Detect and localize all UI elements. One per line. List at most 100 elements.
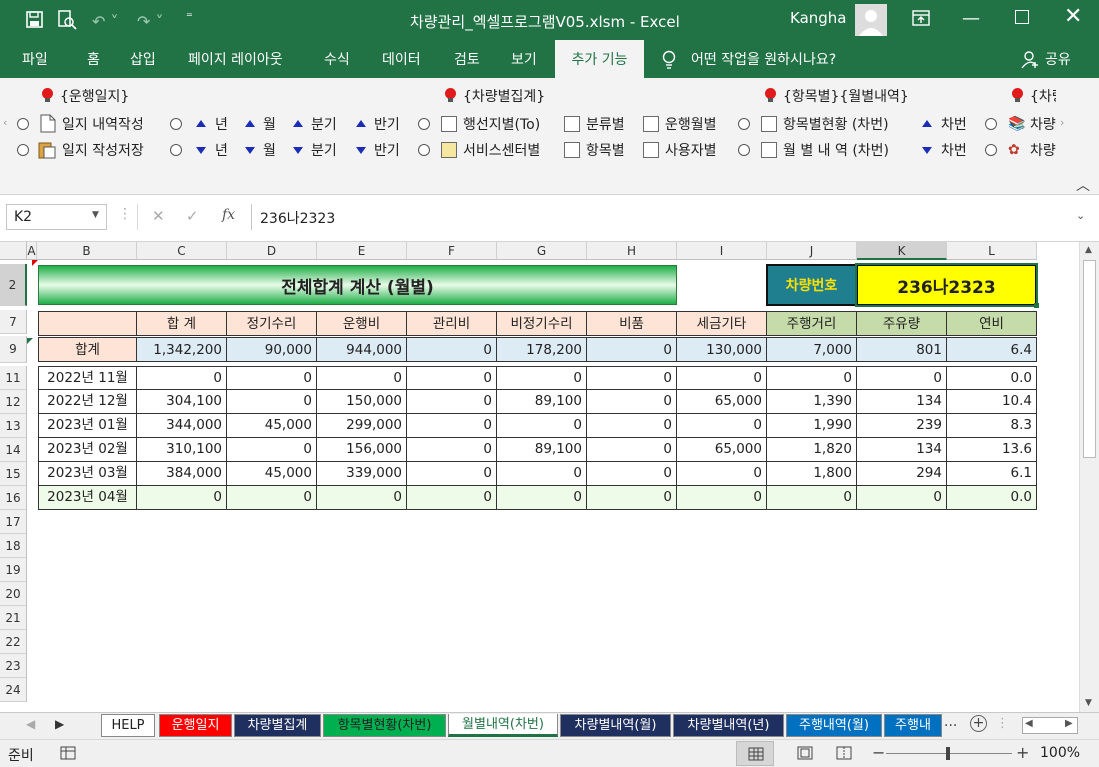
period-quarter-up[interactable]: 분기 [311,114,337,134]
table-cell[interactable]: 0 [407,390,497,414]
radio-button[interactable] [418,144,430,156]
radio-button[interactable] [170,118,182,130]
normal-view-button[interactable] [736,741,774,766]
row-header[interactable]: 15 [0,462,27,486]
ribbon-display-icon[interactable] [912,10,930,26]
column-label[interactable]: 운행비 [317,311,407,336]
radio-button[interactable] [17,118,29,130]
table-cell[interactable]: 0 [587,486,677,510]
customize-qat-icon[interactable]: ⁼ [186,10,193,25]
column-header[interactable]: C [137,242,227,260]
collapse-ribbon-icon[interactable]: ︿ [1076,175,1090,195]
table-cell[interactable]: 0 [857,486,947,510]
row-header[interactable]: 13 [0,414,27,438]
table-cell[interactable]: 6.1 [947,462,1037,486]
table-cell[interactable]: 10.4 [947,390,1037,414]
tab-add-ins[interactable]: 추가 기능 [555,40,644,78]
by-service-center-button[interactable]: 서비스센터별 [463,140,540,160]
table-cell[interactable]: 0 [497,462,587,486]
item-status-button[interactable]: 항목별현황 (차번) [783,114,889,134]
table-cell[interactable]: 134 [857,438,947,462]
column-header[interactable]: G [497,242,587,260]
scroll-left-icon[interactable]: ◀ [1025,718,1033,729]
total-cell[interactable]: 합계 [38,337,137,362]
table-cell[interactable]: 156,000 [317,438,407,462]
name-box[interactable]: K2 ▼ [6,204,107,230]
macro-record-icon[interactable] [60,746,76,760]
tab-formulas[interactable]: 수식 [324,40,350,78]
table-cell[interactable]: 0 [587,366,677,390]
table-cell[interactable]: 0 [497,486,587,510]
column-label[interactable]: 세금기타 [677,311,767,336]
row-header[interactable]: 17 [0,510,27,534]
month-label[interactable]: 2023년 03월 [38,462,137,486]
table-cell[interactable]: 134 [857,390,947,414]
period-half-up[interactable]: 반기 [374,114,400,134]
log-write-button[interactable]: 일지 내역작성 [62,114,144,134]
table-cell[interactable]: 0 [227,366,317,390]
table-cell[interactable]: 0 [767,366,857,390]
sheet-tab[interactable]: 주행내역(월) [786,714,882,737]
minimize-icon[interactable]: — [962,8,980,29]
table-cell[interactable]: 0 [497,366,587,390]
table-cell[interactable]: 0 [677,486,767,510]
column-label[interactable]: 합 계 [137,311,227,336]
table-cell[interactable]: 13.6 [947,438,1037,462]
table-cell[interactable]: 294 [857,462,947,486]
total-cell[interactable]: 6.4 [947,337,1037,362]
column-header[interactable]: J [767,242,857,260]
undo-icon[interactable]: ↶ ˅ [92,12,119,31]
vehicle-number-cell[interactable]: 236나2323 [855,263,1038,307]
month-label[interactable]: 2022년 12월 [38,390,137,414]
tell-me-search[interactable]: 어떤 작업을 원하시나요? [691,40,836,78]
table-cell[interactable]: 344,000 [137,414,227,438]
radio-button[interactable] [17,144,29,156]
function-icon[interactable]: fx [222,207,235,223]
avatar[interactable] [855,4,887,36]
table-cell[interactable]: 1,800 [767,462,857,486]
table-cell[interactable]: 239 [857,414,947,438]
column-header[interactable]: B [37,242,137,260]
table-cell[interactable]: 0 [587,390,677,414]
radio-button[interactable] [738,118,750,130]
table-cell[interactable]: 0 [497,414,587,438]
month-label[interactable]: 2023년 04월 [38,486,137,510]
table-cell[interactable]: 0 [587,438,677,462]
table-cell[interactable]: 89,100 [497,390,587,414]
tab-view[interactable]: 보기 [511,40,537,78]
column-header[interactable]: H [587,242,677,260]
row-header[interactable]: 24 [0,678,27,702]
total-cell[interactable]: 0 [587,337,677,362]
table-cell[interactable]: 0 [227,438,317,462]
radio-button[interactable] [985,144,997,156]
table-cell[interactable]: 0 [317,366,407,390]
sheet-tab[interactable]: HELP [101,714,155,737]
table-cell[interactable]: 304,100 [137,390,227,414]
column-header[interactable]: F [407,242,497,260]
tab-file[interactable]: 파일 [22,40,48,78]
log-save-button[interactable]: 일지 작성저장 [62,140,144,160]
page-break-view-icon[interactable] [836,746,852,760]
period-year-down[interactable]: 년 [215,140,228,160]
radio-button[interactable] [738,144,750,156]
table-cell[interactable]: 0 [317,486,407,510]
fill-handle[interactable] [1034,303,1039,308]
horizontal-scrollbar[interactable]: ◀ ▶ [1022,717,1078,734]
row-header[interactable]: 18 [0,534,27,558]
table-cell[interactable]: 45,000 [227,462,317,486]
column-label[interactable]: 비품 [587,311,677,336]
tab-data[interactable]: 데이터 [382,40,421,78]
column-header[interactable]: I [677,242,767,260]
radio-button[interactable] [985,118,997,130]
month-label[interactable]: 2022년 11월 [38,366,137,390]
more-sheets-icon[interactable]: ... [944,714,957,730]
ribbon-scroll-left-icon[interactable]: ‹ [3,116,7,129]
sheet-tab[interactable]: 차량별내역(월) [560,714,671,737]
new-sheet-icon[interactable]: + [970,715,987,732]
next-sheet-icon[interactable]: ▶ [55,717,64,731]
column-header[interactable]: D [227,242,317,260]
column-label[interactable] [38,311,137,336]
column-label[interactable]: 비정기수리 [497,311,587,336]
tab-home[interactable]: 홈 [87,40,100,78]
row-header[interactable]: 9 [0,336,27,363]
